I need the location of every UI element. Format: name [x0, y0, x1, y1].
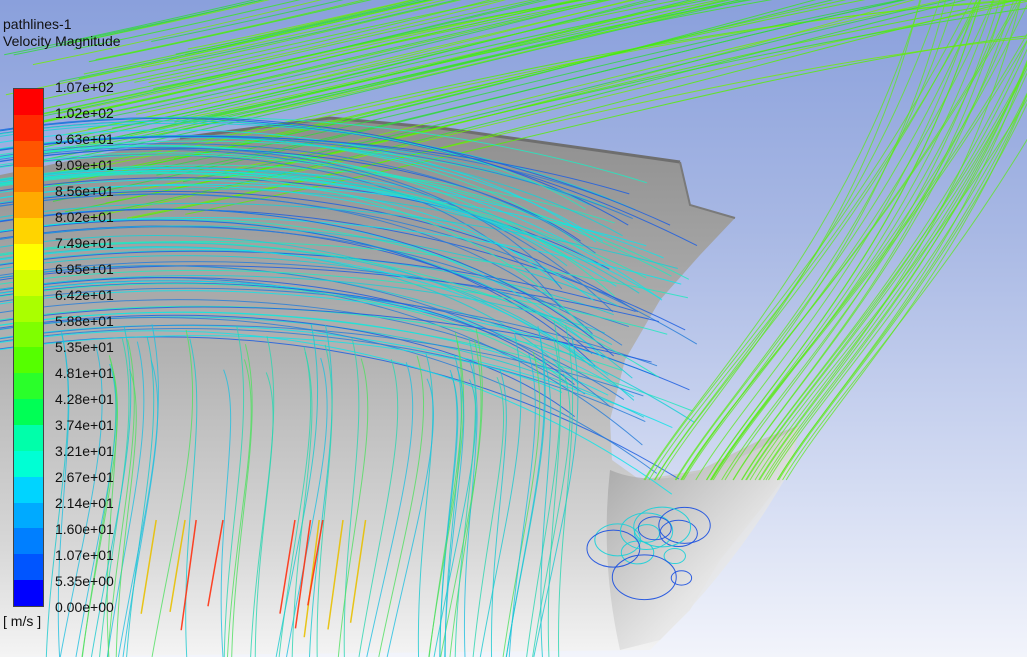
pathline	[711, 39, 1027, 481]
colorbar-swatch	[14, 373, 43, 400]
colorbar-tick-label: 3.74e+01	[55, 417, 114, 433]
colorbar-swatch	[14, 114, 43, 141]
pathline	[746, 67, 1027, 481]
pathline	[724, 0, 1001, 481]
colorbar-swatch	[14, 450, 43, 477]
pathline	[97, 0, 692, 142]
colorbar-tick-label: 6.42e+01	[55, 287, 114, 303]
colorbar-tick-label: 9.63e+01	[55, 131, 114, 147]
graphics-viewport[interactable]: pathlines-1 Velocity Magnitude 1.07e+02 1…	[0, 0, 1027, 657]
colorbar-swatch	[14, 192, 43, 219]
colorbar-swatch	[14, 244, 43, 270]
pathline	[710, 33, 1027, 481]
colorbar-swatch	[14, 554, 43, 581]
colorbar-tick-label: 5.35e+01	[55, 339, 114, 355]
colorbar-swatch	[14, 347, 43, 374]
colorbar-tick-label: 7.49e+01	[55, 235, 114, 251]
colorbar-swatch	[14, 269, 43, 296]
colorbar-tick-label: 8.02e+01	[55, 209, 114, 225]
pathline	[745, 48, 1027, 481]
colorbar-swatch	[14, 528, 43, 555]
colorbar-swatch	[14, 140, 43, 167]
colorbar-swatch	[14, 218, 43, 245]
field-name-label: Velocity Magnitude	[3, 33, 121, 49]
pathline	[27, 0, 721, 158]
colorbar-tick-label: 5.35e+00	[55, 573, 114, 589]
colorbar-swatch	[14, 166, 43, 193]
colorbar-tick-label: 4.28e+01	[55, 391, 114, 407]
colorbar-swatch	[14, 89, 43, 115]
pathlines-scene	[0, 0, 1027, 657]
colorbar-tick-label: 5.88e+01	[55, 313, 114, 329]
colorbar-tick-label: 6.95e+01	[55, 261, 114, 277]
colorbar-swatch	[14, 502, 43, 529]
colorbar-tick-labels: 1.07e+02 1.02e+02 9.63e+01 9.09e+01 8.56e+01…	[55, 80, 114, 614]
colorbar-swatch	[14, 580, 43, 606]
pathline	[785, 93, 1027, 481]
colorbar-swatch	[14, 424, 43, 451]
colorbar-swatch	[14, 476, 43, 503]
colorbar-tick-label: 1.60e+01	[55, 521, 114, 537]
colorbar	[13, 88, 44, 607]
pathline	[10, 0, 582, 130]
object-name-label: pathlines-1	[3, 16, 72, 32]
colorbar-swatch	[14, 321, 43, 348]
pathline	[732, 0, 1005, 481]
pathline	[683, 0, 994, 481]
colorbar-tick-label: 1.02e+02	[55, 105, 114, 121]
colorbar-tick-label: 2.14e+01	[55, 495, 114, 511]
colorbar-tick-label: 1.07e+01	[55, 547, 114, 563]
colorbar-tick-label: 4.81e+01	[55, 365, 114, 381]
colorbar-tick-label: 0.00e+00	[55, 599, 114, 615]
pathline	[741, 64, 1027, 481]
colorbar-swatch	[14, 399, 43, 425]
colorbar-tick-label: 3.21e+01	[55, 443, 114, 459]
colorbar-tick-label: 1.07e+02	[55, 79, 114, 95]
colorbar-units: [ m/s ]	[3, 613, 42, 629]
colorbar-swatch	[14, 295, 43, 322]
legend-title: pathlines-1 Velocity Magnitude	[3, 16, 121, 50]
colorbar-tick-label: 9.09e+01	[55, 157, 114, 173]
colorbar-tick-label: 2.67e+01	[55, 469, 114, 485]
colorbar-tick-label: 8.56e+01	[55, 183, 114, 199]
pathline	[710, 3, 1027, 481]
